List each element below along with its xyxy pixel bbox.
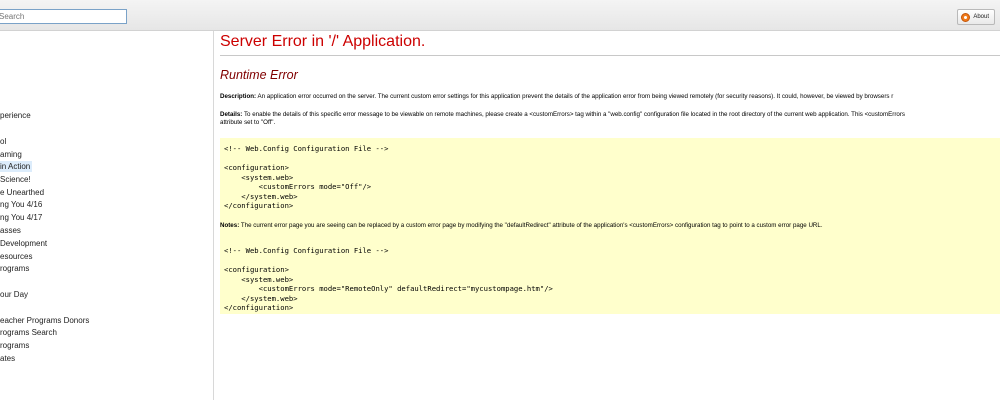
details-text-continued: attribute set to "Off". xyxy=(220,119,276,126)
code-sample: <!-- Web.Config Configuration File --> <… xyxy=(224,144,389,210)
sidebar: perience ol aming in Action Science! e U… xyxy=(0,31,214,400)
info-icon xyxy=(961,12,971,22)
sidebar-item[interactable]: asses xyxy=(0,225,21,236)
sidebar-item[interactable]: our Day xyxy=(0,289,28,300)
error-page: Server Error in '/' Application. Runtime… xyxy=(220,31,1000,400)
code-sample: <!-- Web.Config Configuration File --> <… xyxy=(224,246,553,312)
sidebar-item[interactable]: perience xyxy=(0,110,31,121)
sidebar-item[interactable]: rograms xyxy=(0,340,29,351)
error-subtitle: Runtime Error xyxy=(220,68,298,82)
sidebar-item[interactable]: eacher Programs Donors xyxy=(0,315,89,326)
description-text: An application error occurred on the ser… xyxy=(256,93,894,100)
sidebar-item[interactable]: aming xyxy=(0,149,22,160)
about-button[interactable]: About xyxy=(957,9,995,25)
notes-text: The current error page you are seeing ca… xyxy=(239,222,823,229)
sidebar-item[interactable]: ng You 4/16 xyxy=(0,199,42,210)
description-label: Description: xyxy=(220,93,257,100)
search-input[interactable] xyxy=(0,9,127,24)
notes-label: Notes: xyxy=(220,222,240,229)
details-paragraph: Details: To enable the details of this s… xyxy=(220,111,1000,127)
sidebar-item-selected[interactable]: in Action xyxy=(0,161,32,172)
about-label: About xyxy=(973,14,989,20)
details-label: Details: xyxy=(220,111,243,118)
description-paragraph: Description: An application error occurr… xyxy=(220,93,1000,101)
code-block: <!-- Web.Config Configuration File --> <… xyxy=(220,240,1000,314)
sidebar-item[interactable]: e Unearthed xyxy=(0,187,44,198)
sidebar-item[interactable]: rograms Search xyxy=(0,327,57,338)
notes-paragraph: Notes: The current error page you are se… xyxy=(220,222,1000,230)
sidebar-item[interactable]: ng You 4/17 xyxy=(0,212,42,223)
sidebar-item[interactable]: esources xyxy=(0,251,32,262)
sidebar-item[interactable]: ates xyxy=(0,353,15,364)
sidebar-item[interactable]: Science! xyxy=(0,174,31,185)
details-text: To enable the details of this specific e… xyxy=(242,111,905,118)
sidebar-item[interactable]: rograms xyxy=(0,263,29,274)
sidebar-item[interactable]: ol xyxy=(0,136,6,147)
sidebar-item[interactable]: Development xyxy=(0,238,47,249)
top-toolbar: About xyxy=(0,0,1000,31)
title-divider xyxy=(220,55,1000,56)
page-title: Server Error in '/' Application. xyxy=(220,33,426,50)
